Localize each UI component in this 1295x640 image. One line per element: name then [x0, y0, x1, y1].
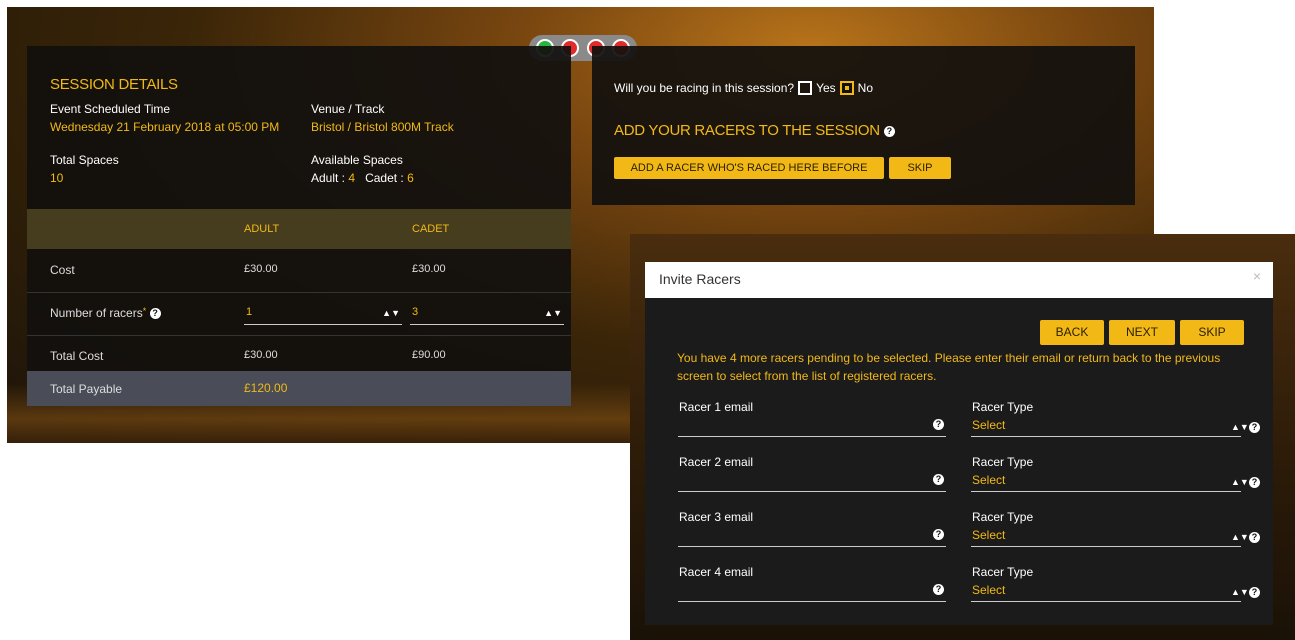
session-details-title: SESSION DETAILS	[50, 76, 178, 93]
help-icon[interactable]: ?	[1249, 587, 1260, 598]
select-arrows-icon: ▲▼	[382, 308, 400, 318]
number-of-racers-text: Number of racers	[50, 306, 143, 320]
total-payable-label: Total Payable	[50, 382, 123, 396]
skip-button[interactable]: SKIP	[889, 157, 951, 179]
pricing-table-header: ADULT CADET	[27, 209, 571, 249]
add-previous-racer-button[interactable]: ADD A RACER WHO'S RACED HERE BEFORE	[614, 157, 884, 179]
cost-label: Cost	[50, 263, 75, 277]
racer-1-email-label: Racer 1 email	[679, 400, 754, 414]
invite-racers-modal: BACK NEXT SKIP You have 4 more racers pe…	[645, 298, 1273, 625]
yes-checkbox[interactable]	[798, 81, 813, 95]
number-of-racers-label: Number of racers* ?	[50, 306, 161, 320]
racer-3-type-select[interactable]: Select	[972, 528, 1005, 542]
available-spaces-label: Available Spaces	[311, 153, 403, 167]
racer-1-type-select[interactable]: Select	[972, 418, 1005, 432]
racer-4-type-select[interactable]: Select	[972, 583, 1005, 597]
racer-4-type-underline	[971, 601, 1241, 602]
help-icon[interactable]: ?	[933, 474, 944, 485]
help-icon[interactable]: ?	[1249, 477, 1260, 488]
no-checkbox[interactable]	[839, 81, 854, 95]
cost-row: Cost £30.00 £30.00	[27, 249, 571, 293]
session-details-panel: SESSION DETAILS Event Scheduled Time Wed…	[27, 46, 571, 406]
cadet-label: Cadet :	[365, 171, 404, 185]
help-icon[interactable]: ?	[1249, 532, 1260, 543]
venue-value: Bristol / Bristol 800M Track	[311, 120, 454, 134]
available-spaces-value: Adult : 4 Cadet : 6	[311, 171, 414, 185]
event-time-value: Wednesday 21 February 2018 at 05:00 PM	[50, 120, 280, 134]
racer-2-type-select[interactable]: Select	[972, 473, 1005, 487]
total-cost-label: Total Cost	[50, 349, 104, 363]
add-racers-title-text: ADD YOUR RACERS TO THE SESSION	[614, 122, 880, 139]
racer-2-type-underline	[971, 491, 1241, 492]
cadet-available: 6	[407, 171, 414, 185]
modal-skip-button[interactable]: SKIP	[1180, 320, 1244, 345]
racer-3-email-input[interactable]	[678, 546, 946, 547]
adult-racers-value: 1	[246, 306, 253, 318]
racing-question: Will you be racing in this session? Yes …	[614, 81, 873, 95]
total-cost-cadet: £90.00	[412, 349, 446, 361]
racer-4-email-label: Racer 4 email	[679, 565, 754, 579]
racer-2-email-input[interactable]	[678, 491, 946, 492]
select-arrows-icon: ▲▼	[1231, 587, 1249, 597]
total-spaces-label: Total Spaces	[50, 153, 119, 167]
add-racers-title: ADD YOUR RACERS TO THE SESSION ?	[614, 122, 895, 139]
racer-3-email-label: Racer 3 email	[679, 510, 754, 524]
pending-racers-message: You have 4 more racers pending to be sel…	[677, 351, 1221, 383]
number-of-racers-row: Number of racers* ? 1 ▲▼ 3 ▲▼	[27, 292, 571, 336]
racer-1-email-input[interactable]	[678, 436, 946, 437]
adult-available: 4	[348, 171, 356, 185]
help-icon[interactable]: ?	[933, 419, 944, 430]
help-icon[interactable]: ?	[933, 584, 944, 595]
help-icon[interactable]: ?	[933, 529, 944, 540]
total-spaces-value: 10	[50, 171, 64, 185]
yes-label: Yes	[816, 81, 836, 95]
total-cost-adult: £30.00	[244, 349, 278, 361]
header-cadet: CADET	[412, 223, 450, 235]
select-arrows-icon: ▲▼	[1231, 477, 1249, 487]
cadet-racers-select[interactable]: 3 ▲▼	[410, 302, 564, 325]
required-icon: *	[142, 306, 147, 316]
racer-4-email-input[interactable]	[678, 601, 946, 602]
select-arrows-icon: ▲▼	[1231, 532, 1249, 542]
modal-header: Invite Racers ×	[645, 262, 1273, 298]
select-arrows-icon: ▲▼	[1231, 422, 1249, 432]
help-icon[interactable]: ?	[149, 308, 161, 320]
racer-3-type-label: Racer Type	[972, 510, 1034, 524]
next-button[interactable]: NEXT	[1109, 320, 1175, 345]
add-racers-panel: Will you be racing in this session? Yes …	[592, 46, 1135, 205]
help-icon[interactable]: ?	[883, 125, 895, 137]
total-payable-row: Total Payable £120.00	[27, 371, 571, 406]
cadet-racers-value: 3	[412, 306, 419, 318]
racer-2-type-label: Racer Type	[972, 455, 1034, 469]
total-payable-value: £120.00	[244, 381, 288, 395]
no-label: No	[857, 81, 874, 95]
event-time-label: Event Scheduled Time	[50, 102, 171, 116]
header-adult: ADULT	[244, 223, 280, 235]
cost-cadet: £30.00	[412, 263, 446, 275]
racing-question-text: Will you be racing in this session?	[614, 81, 795, 95]
select-arrows-icon: ▲▼	[544, 308, 562, 318]
help-icon[interactable]: ?	[1249, 422, 1260, 433]
adult-label: Adult :	[311, 171, 346, 185]
close-icon[interactable]: ×	[1253, 268, 1261, 284]
modal-title: Invite Racers	[659, 271, 741, 287]
adult-racers-select[interactable]: 1 ▲▼	[244, 302, 402, 325]
venue-label: Venue / Track	[311, 102, 385, 116]
racer-1-type-label: Racer Type	[972, 400, 1034, 414]
racer-3-type-underline	[971, 546, 1241, 547]
cost-adult: £30.00	[244, 263, 278, 275]
racer-2-email-label: Racer 2 email	[679, 455, 754, 469]
back-button[interactable]: BACK	[1040, 320, 1104, 345]
racer-1-type-underline	[971, 436, 1241, 437]
racer-4-type-label: Racer Type	[972, 565, 1034, 579]
